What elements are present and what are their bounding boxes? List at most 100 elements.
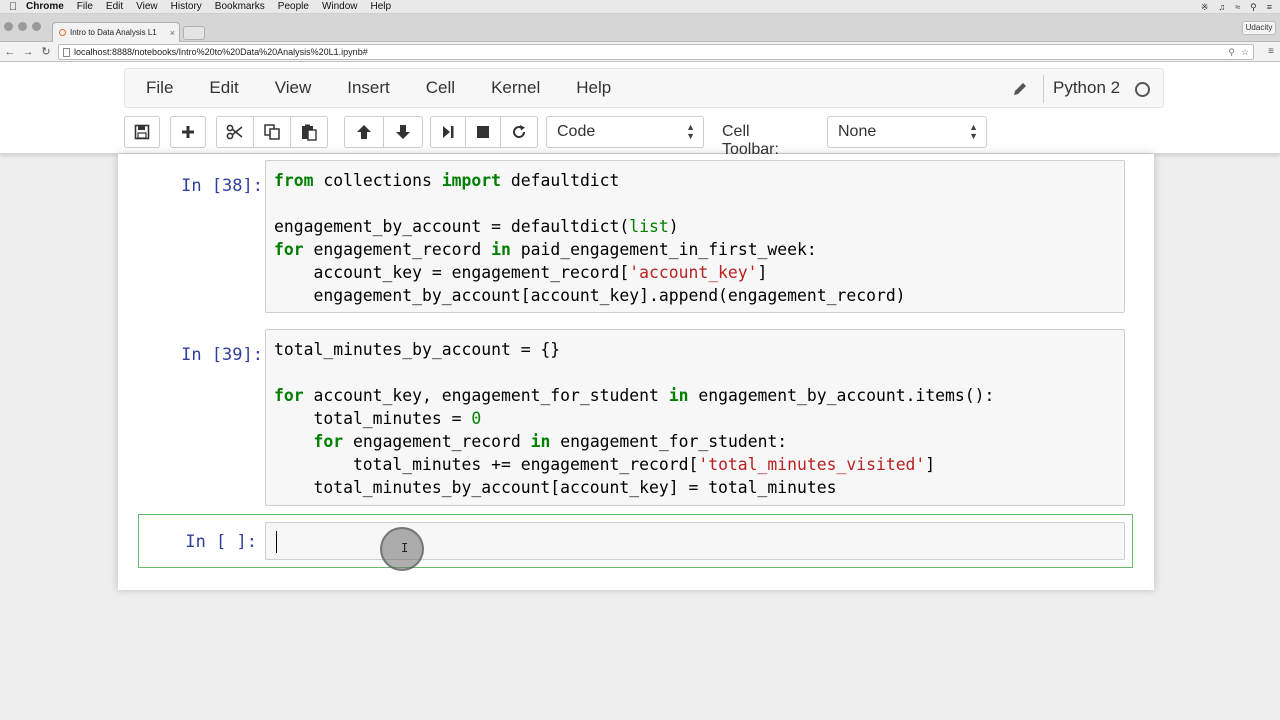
cell-type-value: Code	[557, 123, 596, 140]
spotlight-icon[interactable]: ⚲	[1250, 2, 1257, 13]
code-line: total_minutes_by_account[account_key] = …	[274, 478, 837, 497]
browser-toolbar: ← → ↻ localhost:8888/notebooks/Intro%20t…	[0, 42, 1280, 62]
menu-kernel[interactable]: Kernel	[473, 78, 558, 98]
mac-menu-file[interactable]: File	[77, 1, 93, 12]
move-up-button[interactable]	[344, 116, 384, 148]
plus-icon	[182, 126, 194, 138]
notebook-container: In [38]: from collections import default…	[118, 154, 1154, 590]
cell-toolbar-value: None	[838, 123, 877, 140]
address-bar[interactable]: localhost:8888/notebooks/Intro%20to%20Da…	[58, 44, 1254, 60]
menu-file[interactable]: File	[125, 78, 191, 98]
mac-menu-people[interactable]: People	[278, 1, 309, 12]
kernel-name[interactable]: Python 2	[1053, 78, 1120, 98]
zoom-window-button[interactable]	[32, 22, 41, 31]
cell-prompt: In [ ]:	[185, 532, 257, 552]
window-controls	[4, 22, 41, 31]
menu-view[interactable]: View	[257, 78, 330, 98]
notification-list-icon[interactable]: ≡	[1267, 2, 1272, 12]
arrow-down-icon	[396, 125, 410, 139]
cell-prompt: In [38]:	[181, 176, 263, 196]
wifi-icon[interactable]: ≈	[1235, 2, 1240, 12]
code-line: for account_key, engagement_for_student …	[274, 386, 995, 405]
code-editor[interactable]: from collections import defaultdict enga…	[265, 160, 1125, 313]
insert-cell-button[interactable]	[170, 116, 206, 148]
ibeam-cursor-icon: I	[401, 541, 409, 555]
cut-button[interactable]	[216, 116, 254, 148]
code-line: from collections import defaultdict	[274, 171, 620, 190]
step-forward-icon	[443, 126, 454, 138]
paste-button[interactable]	[290, 116, 328, 148]
kernel-idle-indicator-icon	[1135, 82, 1150, 97]
save-button[interactable]	[124, 116, 160, 148]
refresh-icon	[513, 125, 526, 138]
mac-menu-bookmarks[interactable]: Bookmarks	[215, 1, 265, 12]
selected-code-cell[interactable]: In [ ]:	[138, 514, 1133, 568]
select-arrows-icon: ▲ ▼	[969, 122, 978, 141]
scissors-icon	[226, 124, 243, 140]
close-tab-icon[interactable]: ×	[170, 28, 175, 38]
kernel-separator	[1043, 75, 1044, 103]
code-line: total_minutes_by_account = {}	[274, 340, 561, 359]
zoom-icon[interactable]: ⚲	[1228, 47, 1235, 58]
forward-icon[interactable]: →	[20, 46, 36, 58]
minimize-window-button[interactable]	[18, 22, 27, 31]
copy-icon	[264, 124, 280, 140]
jupyter-header: File Edit View Insert Cell Kernel Help P…	[0, 62, 1280, 158]
jupyter-favicon-icon	[59, 29, 66, 36]
page-icon	[63, 47, 70, 57]
cell-prompt: In [39]:	[181, 345, 263, 365]
menu-insert[interactable]: Insert	[329, 78, 408, 98]
menu-help[interactable]: Help	[558, 78, 629, 98]
interrupt-kernel-button[interactable]	[465, 116, 501, 148]
restart-kernel-button[interactable]	[500, 116, 538, 148]
pencil-icon[interactable]	[1011, 80, 1029, 98]
bookmark-star-icon[interactable]: ☆	[1241, 47, 1249, 58]
code-line: for engagement_record in engagement_for_…	[313, 432, 788, 451]
move-down-button[interactable]	[383, 116, 423, 148]
url-text[interactable]: localhost:8888/notebooks/Intro%20to%20Da…	[74, 47, 1224, 57]
code-line: total_minutes += engagement_record['tota…	[274, 455, 936, 474]
profile-button[interactable]: Udacity	[1242, 21, 1276, 35]
code-line: engagement_by_account[account_key].appen…	[274, 286, 906, 305]
code-line: account_key = engagement_record['account…	[274, 263, 768, 282]
close-window-button[interactable]	[4, 22, 13, 31]
stop-icon	[477, 126, 489, 138]
mac-menu-app[interactable]: Chrome	[26, 1, 64, 12]
apple-icon[interactable]: 	[0, 1, 26, 13]
mouse-pointer-highlight: I	[380, 527, 424, 571]
run-cell-button[interactable]	[430, 116, 466, 148]
mac-menu-help[interactable]: Help	[371, 1, 392, 12]
mac-menu-view[interactable]: View	[136, 1, 158, 12]
mac-menu-edit[interactable]: Edit	[106, 1, 123, 12]
code-cell[interactable]: In [38]: from collections import default…	[138, 160, 1133, 313]
reload-icon[interactable]: ↻	[38, 45, 54, 58]
status-icons: ※ ♫ ≈ ⚲ ≡	[1201, 0, 1272, 14]
paste-icon	[302, 124, 317, 141]
menu-cell[interactable]: Cell	[408, 78, 473, 98]
volume-icon[interactable]: ♫	[1218, 2, 1225, 12]
menu-edit[interactable]: Edit	[191, 78, 256, 98]
chrome-menu-icon[interactable]: ≡	[1268, 46, 1274, 57]
text-cursor	[276, 531, 277, 553]
cell-type-select[interactable]: Code ▲ ▼	[546, 116, 704, 148]
browser-tab[interactable]: Intro to Data Analysis L1 ×	[52, 22, 180, 42]
code-line: total_minutes = 0	[274, 409, 482, 428]
save-icon	[134, 124, 150, 140]
mac-menu-bar:  Chrome File Edit View History Bookmark…	[0, 0, 1280, 14]
copy-button[interactable]	[253, 116, 291, 148]
code-line: engagement_by_account = defaultdict(list…	[274, 217, 679, 236]
code-cell[interactable]: In [39]: total_minutes_by_account = {} f…	[138, 329, 1133, 507]
bluetooth-icon[interactable]: ※	[1201, 2, 1209, 13]
new-tab-button[interactable]	[183, 26, 205, 40]
code-editor[interactable]: total_minutes_by_account = {} for accoun…	[265, 329, 1125, 506]
mac-menu-history[interactable]: History	[171, 1, 202, 12]
mac-menu-window[interactable]: Window	[322, 1, 358, 12]
notebook-menubar: File Edit View Insert Cell Kernel Help P…	[124, 68, 1164, 108]
cell-toolbar-select[interactable]: None ▲ ▼	[827, 116, 987, 148]
tab-strip: Intro to Data Analysis L1 × Udacity	[0, 14, 1280, 42]
select-arrows-icon: ▲ ▼	[686, 122, 695, 141]
arrow-up-icon	[357, 125, 371, 139]
back-icon[interactable]: ←	[2, 46, 18, 58]
